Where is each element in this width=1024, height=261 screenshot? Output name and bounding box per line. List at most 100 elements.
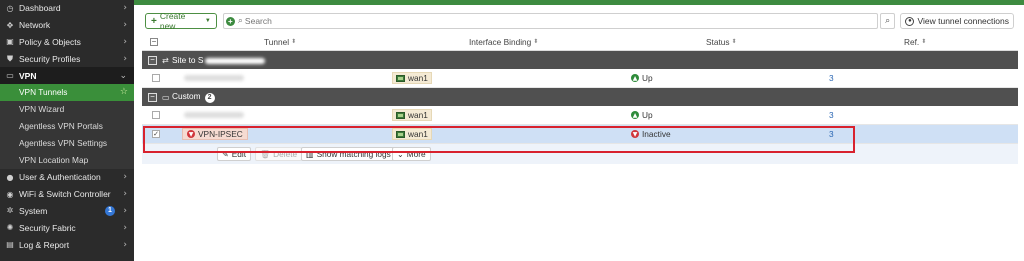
table-row[interactable]: wan1 ▲ Up 3: [142, 69, 1018, 88]
row-checkbox[interactable]: [152, 111, 160, 119]
table-row[interactable]: wan1 ▲ Up 3: [142, 106, 1018, 125]
row-checkbox[interactable]: [152, 74, 160, 82]
create-new-label: Create new: [159, 11, 186, 31]
chevron-right-icon: ›: [123, 222, 127, 233]
search-box: + ⌕: [222, 13, 878, 29]
wifi-icon: ◉: [6, 189, 14, 199]
delete-button[interactable]: 🗑 Delete: [255, 147, 303, 161]
select-all-checkbox[interactable]: −: [150, 37, 158, 46]
chevron-down-icon: ⌄: [397, 149, 404, 159]
redacted-text: [184, 75, 244, 81]
col-header-ref[interactable]: Ref. ⬍: [904, 37, 926, 47]
policy-icon: ▣: [6, 37, 14, 47]
notification-badge: 1: [105, 205, 115, 216]
sub-label: VPN Tunnels: [19, 87, 68, 98]
col-header-status[interactable]: Status ⬍: [706, 37, 737, 47]
star-icon[interactable]: ☆: [120, 87, 128, 97]
eye-icon: ●: [905, 16, 915, 26]
chevron-right-icon: ›: [123, 172, 127, 183]
nav-security-profiles[interactable]: ⛊ Security Profiles ›: [0, 50, 134, 67]
nav-user-authentication[interactable]: ● User & Authentication ›: [0, 169, 134, 186]
sidebar-item-agentless-vpn-portals[interactable]: Agentless VPN Portals: [0, 117, 134, 135]
tunnel-cell: [182, 112, 244, 118]
col-header-tunnel[interactable]: Tunnel ⬍: [264, 37, 296, 47]
nav-vpn[interactable]: ▭ VPN ⌄: [0, 67, 134, 84]
nav-label: User & Authentication: [19, 172, 101, 183]
redacted-text: [184, 112, 244, 118]
view-tunnel-label: View tunnel connections: [917, 16, 1009, 26]
ref-link[interactable]: 3: [829, 129, 834, 139]
sort-icon: ⬍: [921, 39, 927, 45]
nav-wifi-switch[interactable]: ◉ WiFi & Switch Controller ›: [0, 186, 134, 203]
toolbar: + Create new ▼ + ⌕ ⌕ ● View tunnel conne…: [145, 11, 1014, 31]
nav-policy-objects[interactable]: ▣ Policy & Objects ›: [0, 34, 134, 51]
sort-icon: ⬍: [533, 39, 539, 45]
arrow-down-icon: ▼: [187, 130, 195, 138]
sub-label: Agentless VPN Settings: [19, 138, 108, 149]
col-header-interface[interactable]: Interface Binding ⬍: [469, 37, 538, 47]
group-count-badge: 2: [204, 92, 215, 103]
sub-label: VPN Wizard: [19, 104, 65, 115]
nav-network[interactable]: ✥ Network ›: [0, 17, 134, 34]
edit-button[interactable]: ✎ Edit: [217, 147, 251, 161]
nav-log-report[interactable]: ▤ Log & Report ›: [0, 236, 134, 253]
caret-down-icon: ▼: [204, 18, 211, 24]
collapse-toggle[interactable]: −: [148, 92, 157, 102]
sidebar-item-vpn-tunnels[interactable]: VPN Tunnels ☆: [0, 83, 134, 101]
nav-label: Policy & Objects: [19, 36, 81, 47]
add-filter-icon[interactable]: +: [225, 16, 235, 26]
group-title: Custom 2: [172, 91, 215, 103]
interface-name: wan1: [408, 129, 428, 139]
tunnel-cell: ▼ VPN-IPSEC: [182, 128, 248, 140]
more-label: More: [406, 149, 426, 159]
row-checkbox-checked[interactable]: ✓: [152, 130, 160, 138]
collapse-toggle[interactable]: −: [148, 55, 157, 65]
col-label: Status: [706, 36, 730, 47]
status-up: ▲ Up: [631, 73, 653, 83]
status-up: ▲ Up: [631, 110, 653, 120]
arrow-down-icon: ▼: [631, 130, 639, 138]
sub-label: VPN Location Map: [19, 155, 89, 166]
table-row-selected[interactable]: ✓ ▼ VPN-IPSEC wan1 ▼ Inactive 3: [142, 125, 1018, 144]
pencil-icon: ✎: [222, 149, 229, 159]
chart-icon: ▥: [306, 149, 314, 159]
sidebar-item-vpn-location-map[interactable]: VPN Location Map: [0, 151, 134, 169]
port-icon: [396, 111, 405, 119]
port-icon: [396, 74, 405, 82]
view-tunnel-connections-button[interactable]: ● View tunnel connections: [900, 13, 1014, 29]
chevron-right-icon: ›: [123, 53, 127, 64]
show-matching-logs-button[interactable]: ▥ Show matching logs: [301, 147, 396, 161]
nav-label: VPN: [19, 70, 37, 81]
group-title: Site to S: [172, 55, 266, 65]
create-new-button[interactable]: + Create new ▼: [145, 11, 217, 31]
tunnel-table: − Tunnel ⬍ Interface Binding ⬍ Status ⬍ …: [142, 33, 1018, 164]
nav-label: Security Fabric: [19, 222, 76, 233]
more-button[interactable]: ⌄ More: [392, 147, 431, 161]
vpn-icon: ▭: [6, 71, 14, 81]
search-input[interactable]: [244, 16, 877, 26]
col-label: Tunnel: [264, 36, 290, 47]
nav-system[interactable]: ✲ System 1 ›: [0, 203, 134, 220]
fabric-icon: ✺: [6, 223, 14, 233]
status-cell: ▲ Up: [631, 73, 653, 83]
ref-link[interactable]: 3: [829, 73, 834, 83]
group-title-text: Custom: [172, 91, 201, 102]
status-text: Up: [642, 110, 653, 120]
sidebar: ◷ Dashboard › ✥ Network › ▣ Policy & Obj…: [0, 0, 134, 261]
port-icon: [396, 130, 405, 138]
ref-link[interactable]: 3: [829, 110, 834, 120]
shield-icon: ⛊: [7, 53, 13, 63]
status-text: Inactive: [642, 129, 671, 139]
nav-label: System: [19, 205, 48, 216]
sidebar-item-vpn-wizard[interactable]: VPN Wizard: [0, 100, 134, 118]
group-header-site-to-site[interactable]: − ⇄ Site to S: [142, 51, 1018, 69]
gear-icon: ✲: [6, 206, 14, 216]
nav-dashboard[interactable]: ◷ Dashboard ›: [0, 0, 134, 17]
user-icon: ●: [6, 172, 14, 182]
search-button[interactable]: ⌕: [879, 13, 896, 29]
interface-tag: wan1: [392, 128, 432, 140]
sidebar-item-agentless-vpn-settings[interactable]: Agentless VPN Settings: [0, 134, 134, 152]
nav-security-fabric[interactable]: ✺ Security Fabric ›: [0, 219, 134, 236]
group-header-custom[interactable]: − ▭ Custom 2: [142, 88, 1018, 106]
tunnel-cell: [182, 75, 244, 81]
